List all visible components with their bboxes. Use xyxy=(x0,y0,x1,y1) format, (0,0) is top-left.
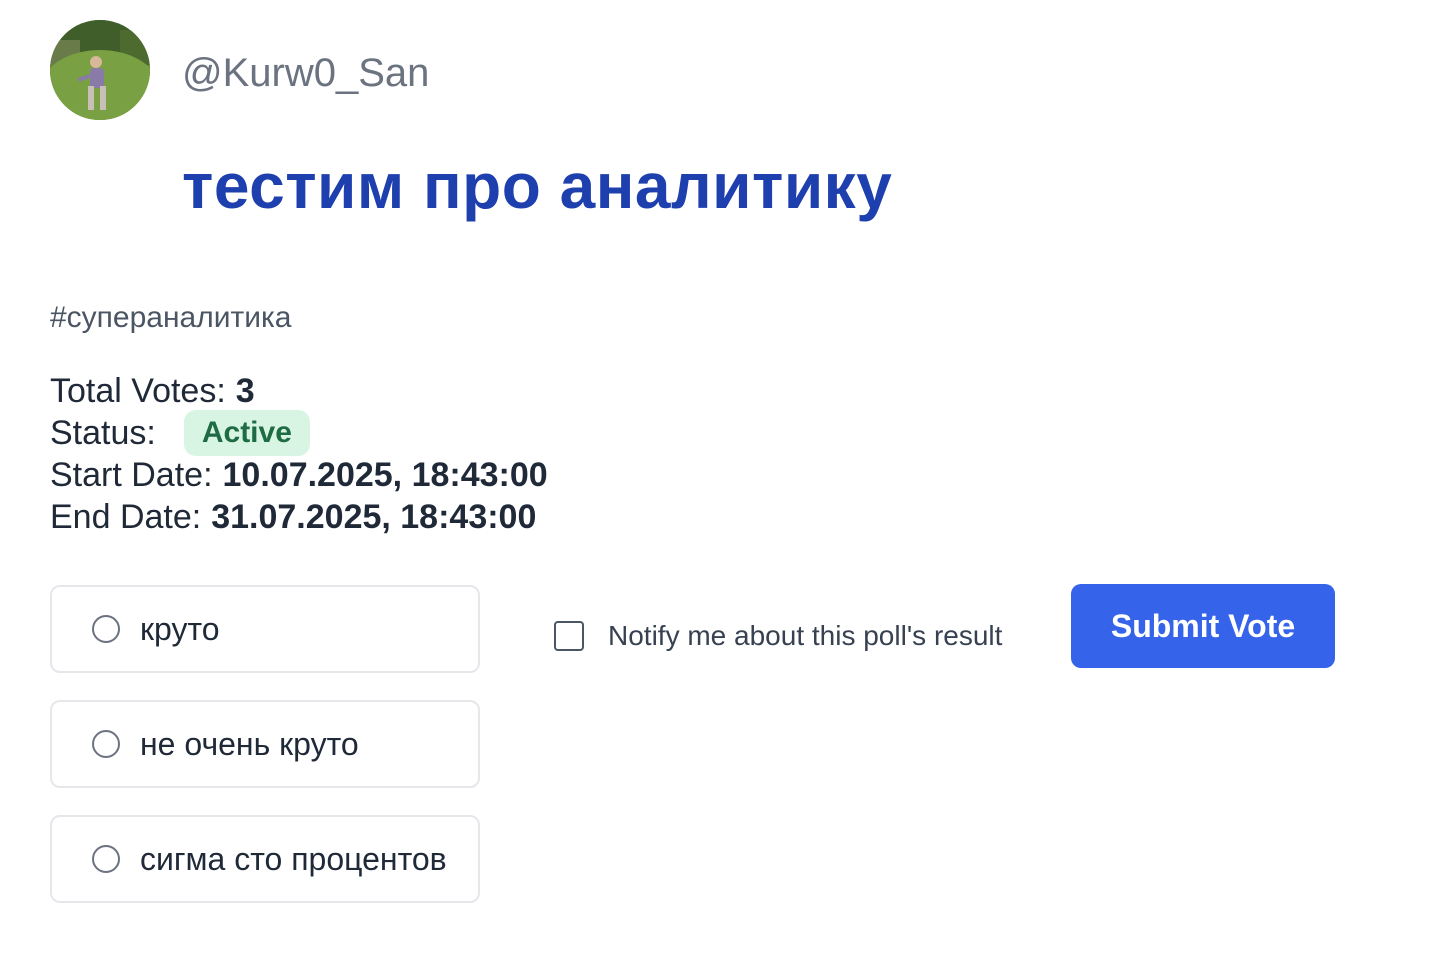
end-date-row: End Date: 31.07.2025, 18:43:00 xyxy=(50,496,548,538)
poll-option-2[interactable]: не очень круто xyxy=(50,700,480,788)
poll-option-label: не очень круто xyxy=(140,725,359,762)
start-date-row: Start Date: 10.07.2025, 18:43:00 xyxy=(50,454,548,496)
total-votes-label: Total Votes: xyxy=(50,372,226,410)
poll-hashtag[interactable]: #супераналитика xyxy=(50,300,291,336)
author-username[interactable]: @Kurw0_San xyxy=(182,50,429,96)
start-date-value: 10.07.2025, 18:43:00 xyxy=(222,456,548,494)
status-row: Status: Active xyxy=(50,410,548,456)
notify-checkbox[interactable] xyxy=(554,621,584,651)
end-date-label: End Date: xyxy=(50,498,202,536)
notify-label: Notify me about this poll's result xyxy=(608,620,1003,651)
status-label: Status: xyxy=(50,414,156,452)
avatar-photo-icon xyxy=(50,20,150,120)
total-votes-value: 3 xyxy=(235,372,255,410)
poll-title: тестим про аналитику xyxy=(182,150,893,222)
poll-option-label: сигма сто процентов xyxy=(140,840,447,877)
start-date-label: Start Date: xyxy=(50,456,213,494)
submit-vote-button[interactable]: Submit Vote xyxy=(1071,584,1335,668)
radio-button-icon[interactable] xyxy=(92,615,120,643)
avatar xyxy=(50,20,150,120)
poll-info: Total Votes: 3 Status: Active Start Date… xyxy=(50,370,548,538)
radio-button-icon[interactable] xyxy=(92,845,120,873)
poll-option-3[interactable]: сигма сто процентов xyxy=(50,815,480,903)
end-date-value: 31.07.2025, 18:43:00 xyxy=(211,498,537,536)
poll-option-label: круто xyxy=(140,610,220,647)
total-votes-row: Total Votes: 3 xyxy=(50,370,548,412)
radio-button-icon[interactable] xyxy=(92,730,120,758)
notify-result-toggle[interactable]: Notify me about this poll's result xyxy=(554,620,1002,652)
poll-option-1[interactable]: круто xyxy=(50,585,480,673)
status-badge: Active xyxy=(183,410,310,456)
